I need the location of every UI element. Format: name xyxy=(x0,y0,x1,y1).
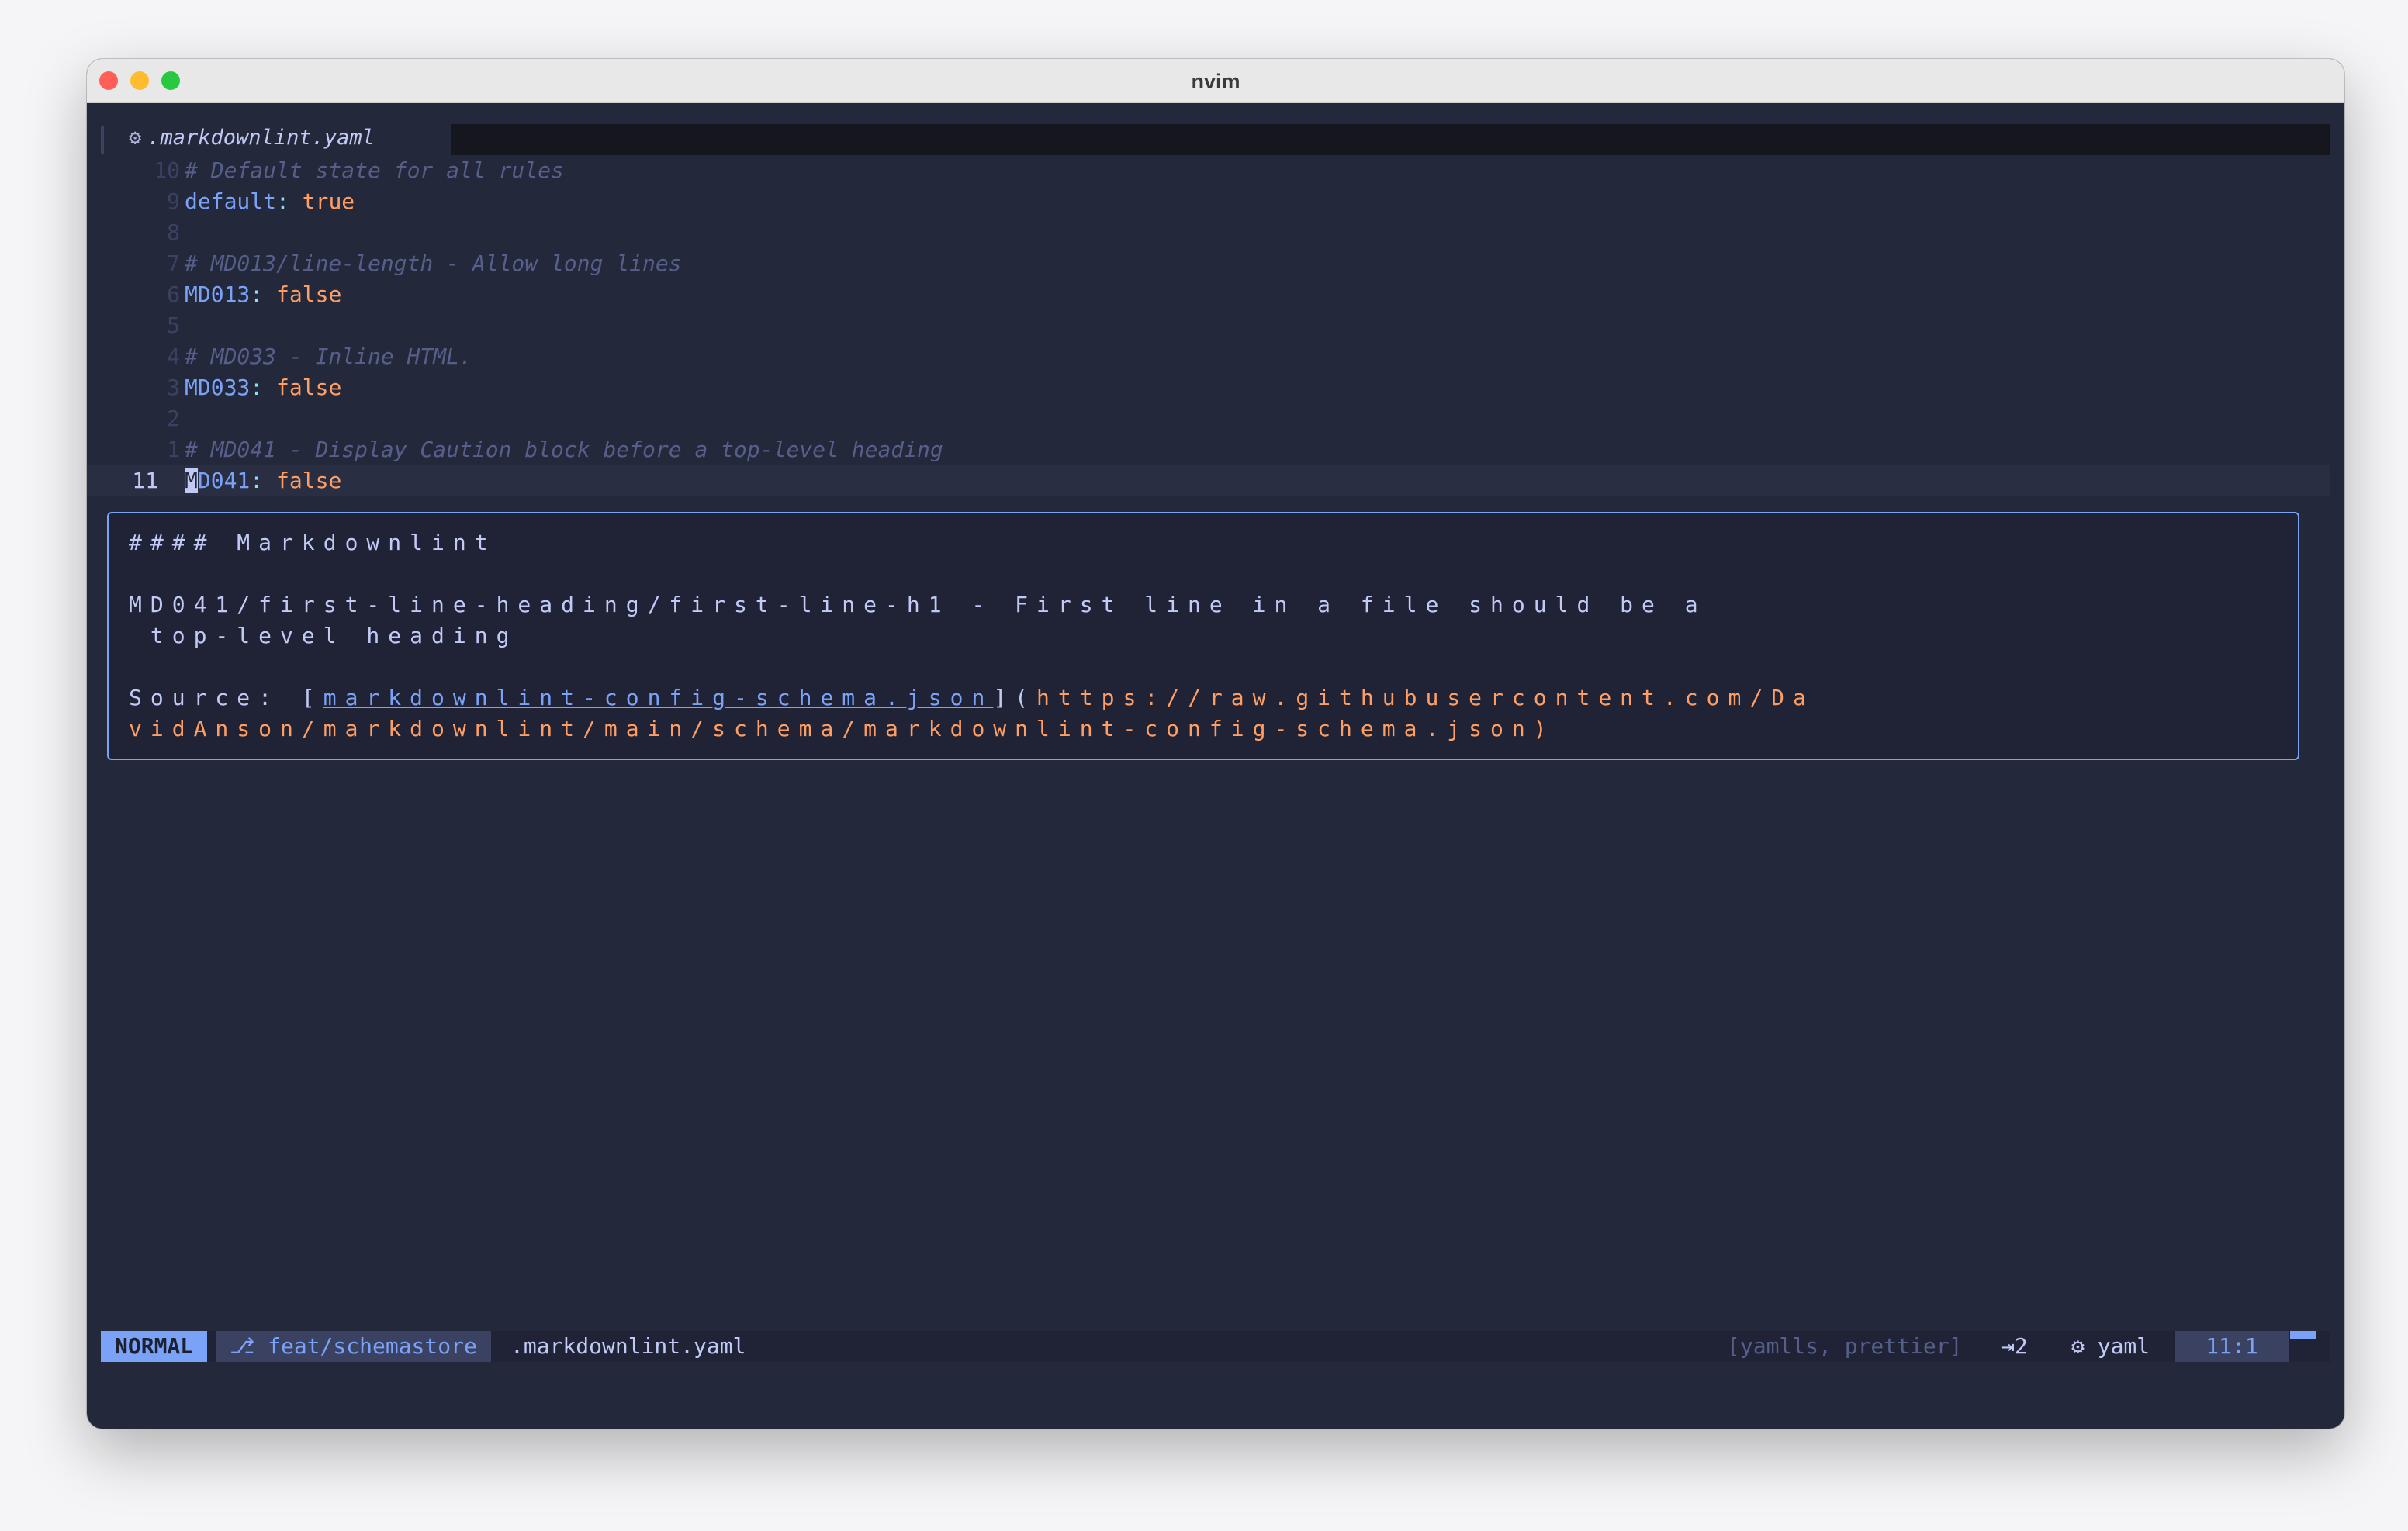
code-line[interactable]: 2 xyxy=(87,403,2344,434)
winbar-indicator xyxy=(101,126,104,154)
yaml-value: false xyxy=(276,468,342,493)
source-link[interactable]: markdownlint-config-schema.json xyxy=(323,685,994,710)
hover-source-wrap: vidAnson/markdownlint/main/schema/markdo… xyxy=(129,714,2292,745)
yaml-comment: # MD013/line-length - Allow long lines xyxy=(185,251,682,276)
lsp-clients: [yamlls, prettier] xyxy=(1727,1333,1963,1359)
git-branch-label: feat/schemastore xyxy=(268,1333,477,1359)
yaml-value: true xyxy=(302,188,355,214)
git-branch-icon: ⎇ xyxy=(230,1333,255,1359)
code-line[interactable]: 3 MD033: false xyxy=(87,372,2344,403)
hover-description-wrap: top-level heading xyxy=(129,623,518,648)
current-code-line[interactable]: 11 MD041: false xyxy=(87,465,2330,496)
yaml-colon: : xyxy=(250,468,264,493)
filetype-label: yaml xyxy=(2097,1333,2150,1359)
yaml-colon: : xyxy=(276,188,289,214)
editor-buffer[interactable]: 10 # Default state for all rules 9 defau… xyxy=(87,155,2344,496)
git-branch: ⎇ feat/schemastore xyxy=(216,1331,491,1362)
yaml-colon: : xyxy=(250,282,264,307)
nvim-window: nvim ⚙ .markdownlint.yaml 10 # Default st… xyxy=(87,59,2344,1429)
statusline-filename: .markdownlint.yaml xyxy=(510,1333,746,1359)
hover-documentation-popup[interactable]: #### Markdownlint MD041/first-line-headi… xyxy=(107,512,2299,760)
yaml-colon: : xyxy=(250,375,264,400)
gear-icon: ⚙ xyxy=(2071,1333,2085,1359)
source-suffix: ) xyxy=(1533,716,1555,741)
yaml-comment: # MD033 - Inline HTML. xyxy=(185,344,472,369)
line-number: 3 xyxy=(167,375,180,400)
source-prefix: Source: [ xyxy=(129,685,323,710)
yaml-value: false xyxy=(276,282,342,307)
line-number: 7 xyxy=(167,251,180,276)
code-line[interactable]: 9 default: true xyxy=(87,186,2344,217)
gear-icon: ⚙ xyxy=(129,126,142,150)
source-url[interactable]: https://raw.githubusercontent.com/Da xyxy=(1036,685,1815,710)
code-line[interactable]: 4 # MD033 - Inline HTML. xyxy=(87,341,2344,372)
source-url-wrap[interactable]: vidAnson/markdownlint/main/schema/markdo… xyxy=(129,716,1534,741)
indent-size: 2 xyxy=(2014,1333,2028,1359)
hover-source: Source: [markdownlint-config-schema.json… xyxy=(129,683,2292,714)
line-number: 2 xyxy=(167,406,180,431)
yaml-key: MD033 xyxy=(185,375,251,400)
winbar-filename-label: .markdownlint.yaml xyxy=(147,126,375,150)
cursor-position: 11:1 xyxy=(2175,1331,2289,1362)
code-line[interactable]: 5 xyxy=(87,310,2344,341)
yaml-key: MD013 xyxy=(185,282,251,307)
line-number: 9 xyxy=(167,188,180,214)
hover-description: MD041/first-line-heading/first-line-h1 -… xyxy=(129,592,1707,617)
title-bar: nvim xyxy=(87,59,2344,103)
yaml-comment: # Default state for all rules xyxy=(185,157,564,183)
current-line-number: 11 xyxy=(132,468,158,493)
tab-icon: ⇥ xyxy=(2001,1333,2015,1359)
code-line[interactable]: 1 # MD041 - Display Caution block before… xyxy=(87,434,2344,465)
yaml-key: default xyxy=(185,188,277,214)
source-mid: ]( xyxy=(993,685,1037,710)
window-title: nvim xyxy=(1191,70,1240,93)
code-line[interactable]: 10 # Default state for all rules xyxy=(87,155,2344,186)
code-line[interactable]: 7 # MD013/line-length - Allow long lines xyxy=(87,248,2344,279)
mode-indicator: NORMAL xyxy=(101,1331,208,1362)
line-number: 10 xyxy=(154,157,180,183)
scroll-indicator xyxy=(2290,1331,2316,1339)
code-line[interactable]: 6 MD013: false xyxy=(87,279,2344,310)
hover-heading: #### Markdownlint xyxy=(129,530,496,555)
text-cursor[interactable]: M xyxy=(185,468,198,493)
yaml-comment: # MD041 - Display Caution block before a… xyxy=(185,437,943,462)
line-number: 1 xyxy=(167,437,180,462)
filetype: ⚙ yaml xyxy=(2071,1331,2150,1362)
winbar: ⚙ .markdownlint.yaml xyxy=(87,123,2344,155)
yaml-key: D041 xyxy=(197,468,251,493)
yaml-value: false xyxy=(276,375,342,400)
line-number: 6 xyxy=(167,282,180,307)
code-line[interactable]: 8 xyxy=(87,217,2344,248)
statusline: NORMAL ⎇ feat/schemastore .markdownlint.… xyxy=(101,1331,2330,1362)
line-number: 4 xyxy=(167,344,180,369)
winbar-filename[interactable]: ⚙ .markdownlint.yaml xyxy=(129,123,375,154)
line-number: 5 xyxy=(167,313,180,338)
indent-info: ⇥2 xyxy=(2001,1331,2028,1362)
line-number: 8 xyxy=(167,219,180,245)
winbar-fill xyxy=(452,124,2330,155)
